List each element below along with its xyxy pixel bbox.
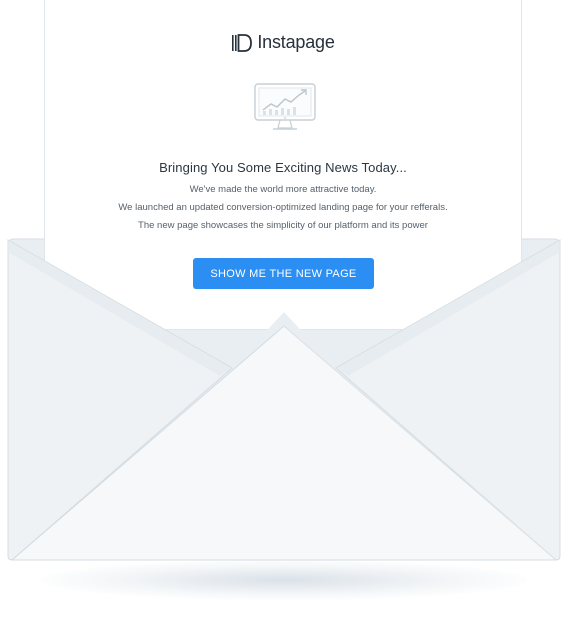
email-body-line: The new page showcases the simplicity of… <box>138 220 428 231</box>
email-envelope-illustration: Instapage Bringing You Some Exciting New… <box>0 0 568 626</box>
brand-name: Instapage <box>257 32 335 52</box>
show-new-page-button[interactable]: SHOW ME THE NEW PAGE <box>193 258 374 289</box>
email-body-line: We've made the world more attractive tod… <box>189 184 377 195</box>
email-headline: Bringing You Some Exciting News Today... <box>159 160 407 175</box>
email-body-line: We launched an updated conversion-optimi… <box>118 202 448 213</box>
brand-header: Instapage <box>45 32 521 53</box>
instapage-logo-icon <box>232 33 253 52</box>
email-card: Instapage Bringing You Some Exciting New… <box>44 0 522 330</box>
monitor-chart-icon <box>254 83 316 130</box>
